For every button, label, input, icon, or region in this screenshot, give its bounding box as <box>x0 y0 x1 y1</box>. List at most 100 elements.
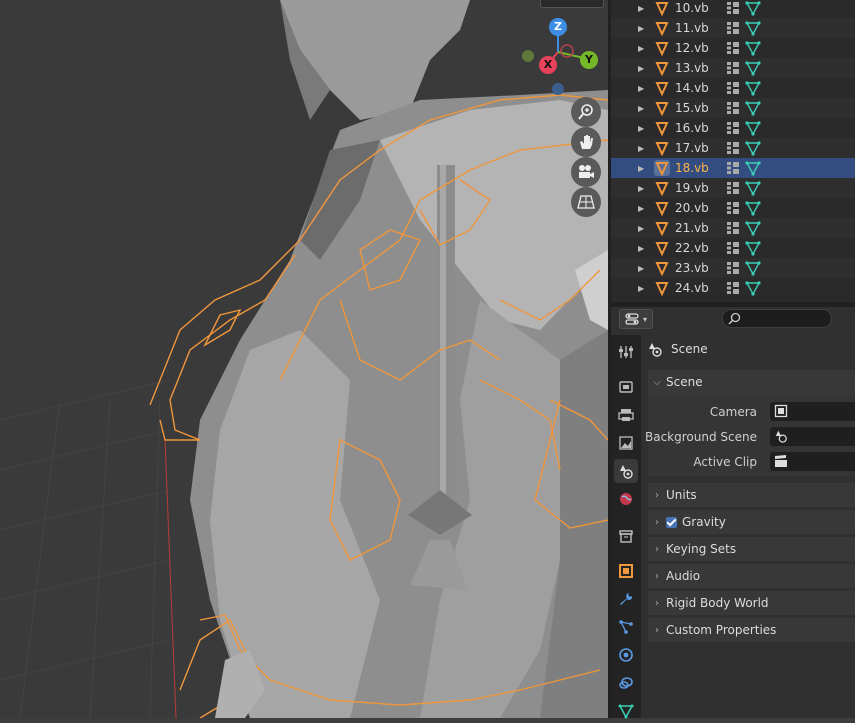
modifiers-icon[interactable] <box>726 201 740 215</box>
outliner-row[interactable]: ▶ 15.vb <box>611 98 855 118</box>
mesh-data-icon[interactable] <box>745 40 761 56</box>
output-tab-icon[interactable] <box>614 403 638 427</box>
panel-header[interactable]: › Units <box>648 483 855 507</box>
expand-arrow-icon[interactable]: ▶ <box>638 104 644 113</box>
modifiers-icon[interactable] <box>726 141 740 155</box>
view-layer-tab-icon[interactable] <box>614 431 638 455</box>
expand-arrow-icon[interactable]: ▶ <box>638 44 644 53</box>
expand-arrow-icon[interactable]: ▶ <box>638 4 644 13</box>
outliner-row[interactable]: ▶ 19.vb <box>611 178 855 198</box>
modifiers-icon[interactable] <box>726 21 740 35</box>
expand-arrow-icon[interactable]: ▶ <box>638 84 644 93</box>
mesh-data-icon[interactable] <box>745 100 761 116</box>
outliner-row[interactable]: ▶ 23.vb <box>611 258 855 278</box>
outliner-row[interactable]: ▶ 12.vb <box>611 38 855 58</box>
camera-selector[interactable] <box>770 402 855 421</box>
modifiers-icon[interactable] <box>726 241 740 255</box>
object-tab-icon[interactable] <box>614 559 638 583</box>
mesh-data-icon[interactable] <box>745 60 761 76</box>
camera-view-icon[interactable] <box>571 157 601 187</box>
modifiers-icon[interactable] <box>726 221 740 235</box>
expand-arrow-icon[interactable]: ▶ <box>638 264 644 273</box>
modifiers-icon[interactable] <box>726 61 740 75</box>
outliner-item-name[interactable]: 14.vb <box>675 81 709 95</box>
modifiers-icon[interactable] <box>726 101 740 115</box>
outliner-row[interactable]: ▶ 21.vb <box>611 218 855 238</box>
modifiers-icon[interactable] <box>726 161 740 175</box>
outliner-row[interactable]: ▶ 20.vb <box>611 198 855 218</box>
background-scene-selector[interactable] <box>770 427 855 446</box>
modifiers-icon[interactable] <box>726 261 740 275</box>
modifiers-icon[interactable] <box>726 81 740 95</box>
expand-arrow-icon[interactable]: ▶ <box>638 204 644 213</box>
constraints-tab-icon[interactable] <box>614 671 638 695</box>
active-clip-selector[interactable] <box>770 452 855 471</box>
expand-arrow-icon[interactable]: ▶ <box>638 24 644 33</box>
mesh-data-icon[interactable] <box>745 180 761 196</box>
outliner-item-name[interactable]: 21.vb <box>675 221 709 235</box>
expand-arrow-icon[interactable]: ▶ <box>638 64 644 73</box>
outliner-row[interactable]: ▶ 13.vb <box>611 58 855 78</box>
outliner-row[interactable]: ▶ 24.vb <box>611 278 855 298</box>
outliner-item-name[interactable]: 12.vb <box>675 41 709 55</box>
mesh-data-icon[interactable] <box>745 120 761 136</box>
expand-arrow-icon[interactable]: ▶ <box>638 164 644 173</box>
scene-tab-icon[interactable] <box>614 459 638 483</box>
modifiers-icon[interactable] <box>726 181 740 195</box>
expand-arrow-icon[interactable]: ▶ <box>638 284 644 293</box>
modifiers-icon[interactable] <box>726 1 740 15</box>
mesh-data-icon[interactable] <box>745 220 761 236</box>
mesh-data-icon[interactable] <box>745 240 761 256</box>
panel-header[interactable]: › Keying Sets <box>648 537 855 561</box>
mesh-data-icon[interactable] <box>745 280 761 296</box>
expand-arrow-icon[interactable]: ▶ <box>638 244 644 253</box>
properties-search-input[interactable] <box>722 309 832 328</box>
expand-arrow-icon[interactable]: ▶ <box>638 224 644 233</box>
mesh-data-tab-icon[interactable] <box>614 699 638 723</box>
gizmo-x-axis[interactable]: X <box>539 56 557 74</box>
outliner[interactable]: ▶ 10.vb ▶ 11.vb ▶ 12.vb ▶ 13.vb ▶ 14.vb ▶ 15.vb ▶ 16.… <box>611 0 855 302</box>
outliner-item-name[interactable]: 13.vb <box>675 61 709 75</box>
3d-viewport[interactable]: Z X Y <box>0 0 608 718</box>
navigation-gizmo[interactable]: Z X Y <box>510 14 608 104</box>
outliner-row[interactable]: ▶ 22.vb <box>611 238 855 258</box>
outliner-item-name[interactable]: 22.vb <box>675 241 709 255</box>
header-tab[interactable] <box>540 0 604 8</box>
outliner-item-name[interactable]: 15.vb <box>675 101 709 115</box>
mesh-data-icon[interactable] <box>745 80 761 96</box>
render-tab-icon[interactable] <box>614 375 638 399</box>
outliner-item-name[interactable]: 11.vb <box>675 21 709 35</box>
outliner-item-name[interactable]: 10.vb <box>675 1 709 15</box>
physics-tab-icon[interactable] <box>614 643 638 667</box>
panel-header[interactable]: › Custom Properties <box>648 618 855 642</box>
gizmo-z-axis[interactable]: Z <box>549 18 567 36</box>
outliner-item-name[interactable]: 24.vb <box>675 281 709 295</box>
modifier-wrench-icon[interactable] <box>614 587 638 611</box>
outliner-row[interactable]: ▶ 10.vb <box>611 0 855 18</box>
outliner-row[interactable]: ▶ 11.vb <box>611 18 855 38</box>
editor-type-dropdown[interactable]: ▾ <box>619 309 653 329</box>
gizmo-y-axis[interactable]: Y <box>580 51 598 69</box>
outliner-row[interactable]: ▶ 16.vb <box>611 118 855 138</box>
outliner-item-name[interactable]: 17.vb <box>675 141 709 155</box>
expand-arrow-icon[interactable]: ▶ <box>638 144 644 153</box>
outliner-row[interactable]: ▶ 17.vb <box>611 138 855 158</box>
panel-checkbox[interactable] <box>666 516 677 528</box>
mesh-data-icon[interactable] <box>745 160 761 176</box>
modifiers-icon[interactable] <box>726 41 740 55</box>
outliner-row[interactable]: ▶ 18.vb <box>611 158 855 178</box>
outliner-item-name[interactable]: 16.vb <box>675 121 709 135</box>
particles-tab-icon[interactable] <box>614 615 638 639</box>
collection-tab-icon[interactable] <box>614 524 638 548</box>
outliner-item-name[interactable]: 19.vb <box>675 181 709 195</box>
outliner-item-name[interactable]: 20.vb <box>675 201 709 215</box>
modifiers-icon[interactable] <box>726 121 740 135</box>
perspective-grid-icon[interactable] <box>571 187 601 217</box>
mesh-data-icon[interactable] <box>745 140 761 156</box>
expand-arrow-icon[interactable]: ▶ <box>638 184 644 193</box>
outliner-item-name[interactable]: 23.vb <box>675 261 709 275</box>
outliner-item-name[interactable]: 18.vb <box>675 161 709 175</box>
panel-header[interactable]: › Gravity <box>648 510 855 534</box>
outliner-row[interactable]: ▶ 14.vb <box>611 78 855 98</box>
mesh-data-icon[interactable] <box>745 0 761 16</box>
